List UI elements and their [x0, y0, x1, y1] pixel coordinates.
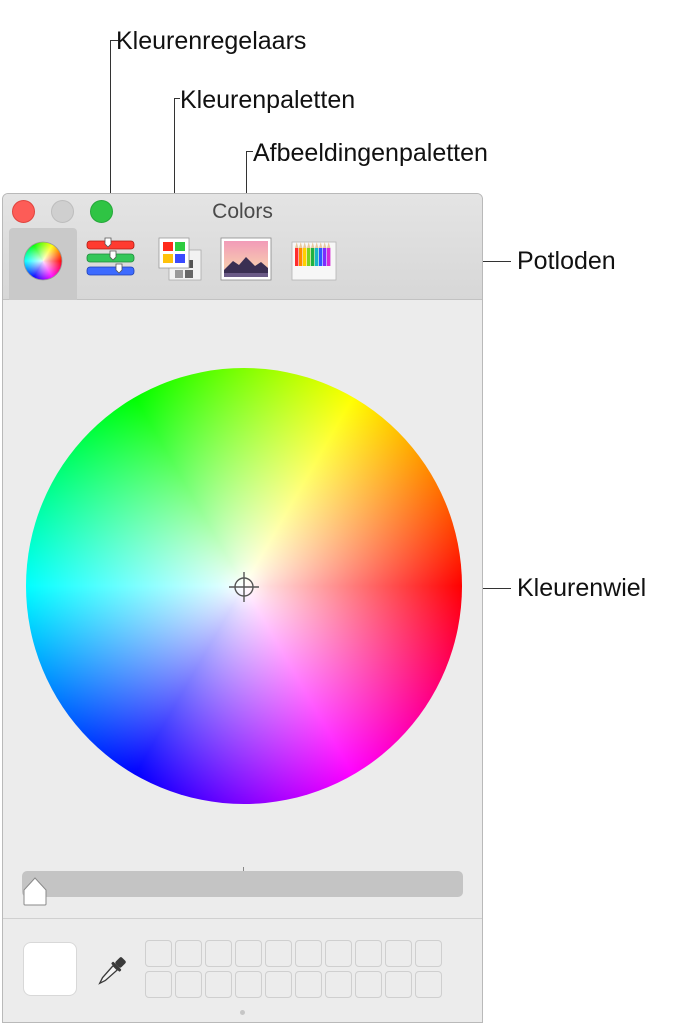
empty-swatch[interactable] [295, 940, 322, 967]
empty-swatch[interactable] [235, 940, 262, 967]
swatch-grid [145, 940, 442, 998]
colors-window: Colors [2, 193, 483, 1023]
tab-image-palettes[interactable] [215, 228, 283, 300]
empty-swatch[interactable] [205, 940, 232, 967]
empty-swatch[interactable] [415, 971, 442, 998]
leader-line-images-hook [246, 151, 253, 152]
current-color-swatch[interactable] [23, 942, 77, 996]
eyedropper-icon[interactable] [91, 952, 131, 992]
empty-swatch[interactable] [325, 971, 352, 998]
empty-swatch[interactable] [235, 971, 262, 998]
slider-thumb[interactable] [21, 876, 49, 906]
image-palettes-icon [220, 237, 272, 281]
empty-swatch[interactable] [145, 971, 172, 998]
empty-swatch[interactable] [265, 971, 292, 998]
brightness-slider[interactable] [22, 871, 463, 897]
callout-color-sliders: Kleurenregelaars [116, 27, 307, 55]
empty-swatch[interactable] [355, 940, 382, 967]
callout-image-palettes: Afbeeldingenpaletten [253, 139, 488, 167]
color-wheel-icon [23, 241, 63, 281]
pencils-icon [291, 241, 337, 281]
callout-color-wheel: Kleurenwiel [517, 574, 647, 602]
color-sliders-icon [86, 237, 135, 276]
tab-color-palettes[interactable] [151, 228, 219, 300]
toolbar: Colors [3, 194, 482, 300]
callout-color-palettes: Kleurenpaletten [180, 86, 356, 114]
empty-swatch[interactable] [145, 940, 172, 967]
window-title: Colors [212, 200, 273, 223]
leader-line-sliders-hook [110, 40, 118, 41]
resize-dot [240, 1010, 245, 1015]
empty-swatch[interactable] [295, 971, 322, 998]
leader-line-palettes-hook [174, 98, 180, 99]
empty-swatch[interactable] [175, 971, 202, 998]
empty-swatch[interactable] [205, 971, 232, 998]
empty-swatch[interactable] [415, 940, 442, 967]
bottom-divider [3, 918, 482, 919]
empty-swatch[interactable] [355, 971, 382, 998]
empty-swatch[interactable] [175, 940, 202, 967]
empty-swatch[interactable] [385, 971, 412, 998]
color-palettes-icon [158, 237, 202, 281]
empty-swatch[interactable] [385, 940, 412, 967]
empty-swatch[interactable] [265, 940, 292, 967]
empty-swatch[interactable] [325, 940, 352, 967]
tab-pencils[interactable] [283, 228, 351, 300]
tab-color-sliders[interactable] [83, 228, 151, 300]
tab-color-wheel[interactable] [9, 228, 77, 300]
crosshair-icon [229, 572, 259, 602]
callout-pencils: Potloden [517, 247, 616, 275]
